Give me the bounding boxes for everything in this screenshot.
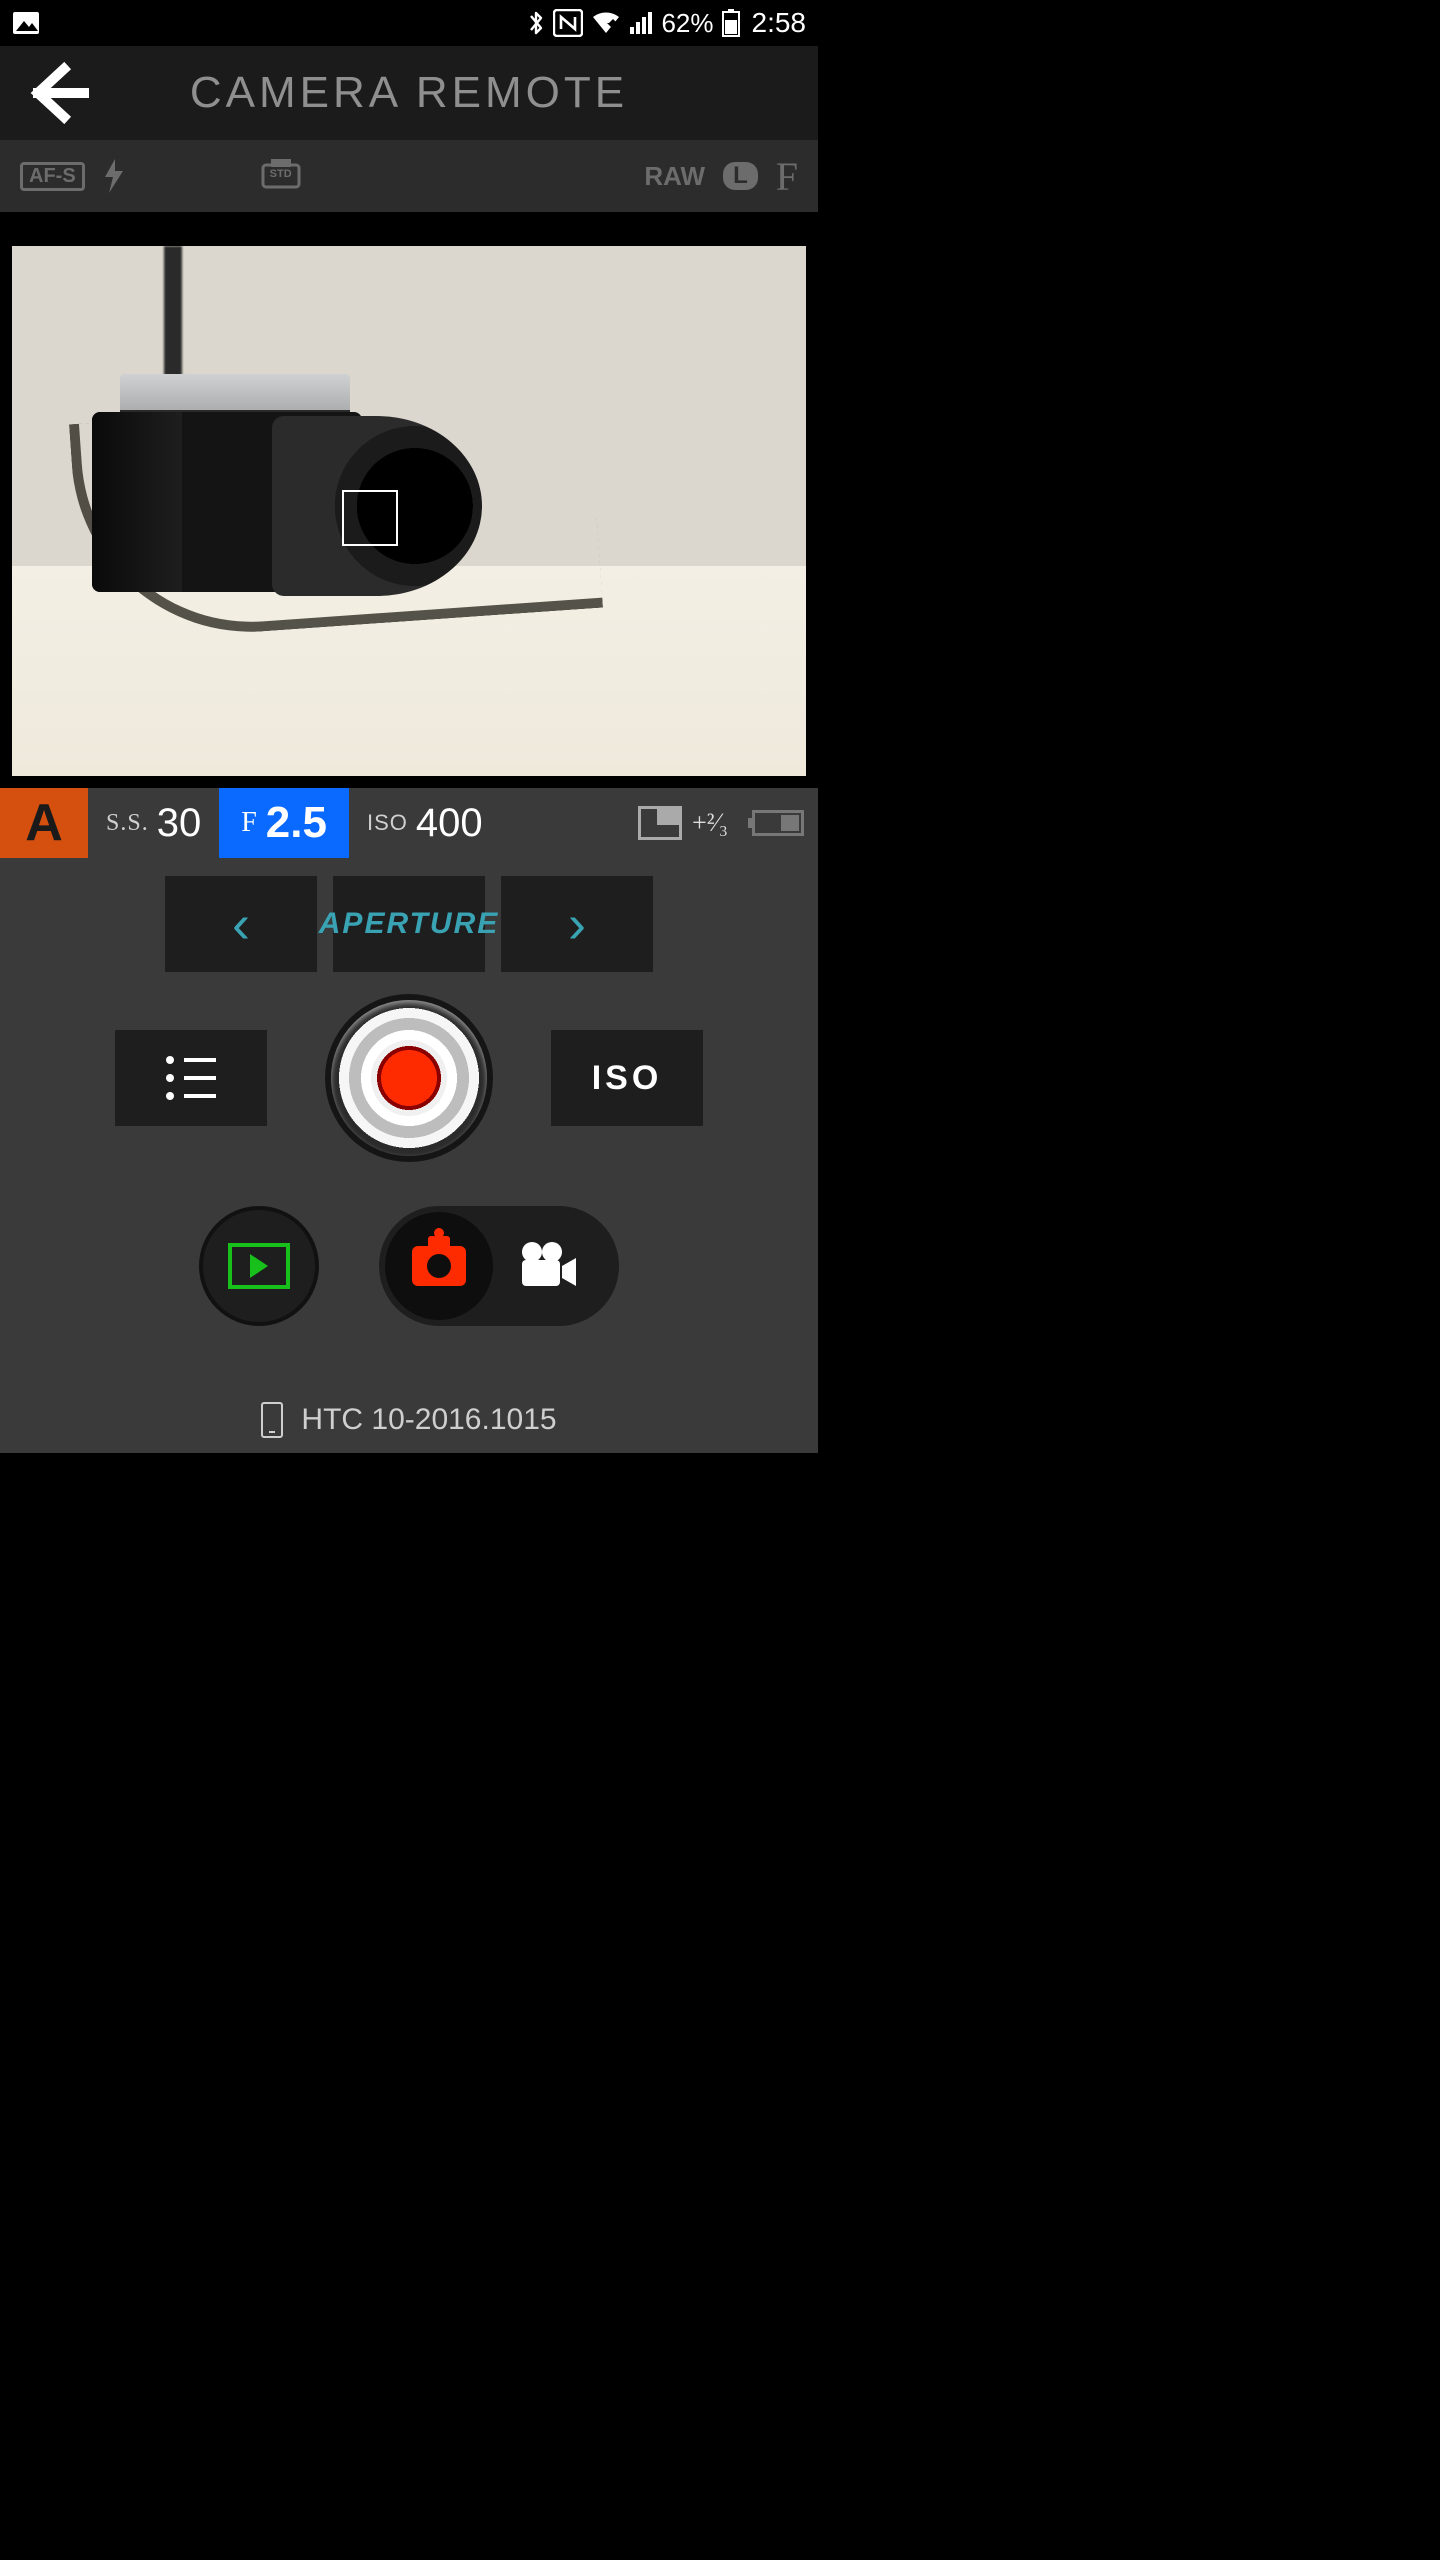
chevron-right-icon: › bbox=[568, 893, 586, 955]
camera-icon bbox=[412, 1246, 466, 1286]
iso-label: ISO bbox=[367, 810, 408, 836]
iso-value: 400 bbox=[416, 801, 483, 846]
exposure-comp-readout[interactable]: +²⁄₃ bbox=[638, 788, 818, 858]
battery-percent: 62% bbox=[661, 8, 713, 39]
exposure-comp-icon bbox=[638, 806, 682, 840]
android-statusbar: 62% 2:58 bbox=[0, 0, 818, 46]
shutter-speed-readout[interactable]: S.S. 30 bbox=[88, 788, 219, 858]
exposure-comp-value: +²⁄₃ bbox=[692, 808, 728, 838]
bluetooth-icon bbox=[527, 9, 545, 37]
device-name: HTC 10-2016.1015 bbox=[301, 1403, 556, 1437]
bottom-controls-row bbox=[0, 1206, 818, 1326]
playback-button[interactable] bbox=[199, 1206, 319, 1326]
video-camera-icon bbox=[518, 1242, 576, 1290]
mode-toggle bbox=[379, 1206, 619, 1326]
setting-next-button[interactable]: › bbox=[501, 876, 653, 972]
setting-name-button[interactable]: APERTURE bbox=[333, 876, 485, 972]
shutter-value: 30 bbox=[157, 801, 202, 846]
shutter-button[interactable] bbox=[331, 1000, 487, 1156]
focus-point-box[interactable] bbox=[342, 490, 398, 546]
menu-list-button[interactable] bbox=[115, 1030, 267, 1126]
shutter-label: S.S. bbox=[106, 810, 149, 837]
exposure-row: A S.S. 30 F 2.5 ISO 400 +²⁄₃ bbox=[0, 788, 818, 858]
device-info-row: HTC 10-2016.1015 bbox=[0, 1387, 818, 1453]
iso-readout[interactable]: ISO 400 bbox=[349, 788, 501, 858]
aperture-label: F bbox=[241, 807, 258, 839]
film-sim-indicator: STD bbox=[261, 159, 301, 194]
flash-icon bbox=[103, 159, 125, 193]
liveview-image bbox=[12, 246, 806, 776]
af-mode-indicator: AF-S bbox=[20, 162, 85, 191]
phone-icon bbox=[261, 1402, 283, 1438]
iso-button-label: ISO bbox=[592, 1059, 663, 1098]
setting-prev-button[interactable]: ‹ bbox=[165, 876, 317, 972]
back-arrow-icon bbox=[26, 61, 90, 125]
liveview-container bbox=[0, 212, 818, 788]
camera-battery-icon bbox=[752, 810, 804, 836]
photo-mode-button[interactable] bbox=[385, 1212, 493, 1320]
app-titlebar: CAMERA REMOTE bbox=[0, 46, 818, 140]
liveview[interactable] bbox=[12, 246, 806, 776]
clock: 2:58 bbox=[752, 7, 807, 39]
aperture-value: 2.5 bbox=[266, 798, 327, 848]
image-quality-indicator: F bbox=[776, 153, 798, 200]
raw-indicator: RAW bbox=[644, 161, 705, 192]
control-panel: A S.S. 30 F 2.5 ISO 400 +²⁄₃ ‹ APERTURE … bbox=[0, 788, 818, 1453]
chevron-left-icon: ‹ bbox=[232, 893, 250, 955]
aperture-readout[interactable]: F 2.5 bbox=[219, 788, 349, 858]
nfc-icon bbox=[553, 9, 583, 37]
app-title: CAMERA REMOTE bbox=[0, 68, 818, 118]
camera-settings-strip: AF-S STD RAW L F bbox=[0, 140, 818, 212]
list-icon bbox=[166, 1056, 216, 1100]
video-mode-button[interactable] bbox=[493, 1212, 601, 1320]
battery-icon bbox=[722, 9, 740, 37]
exposure-mode-indicator[interactable]: A bbox=[0, 788, 88, 858]
cell-signal-icon bbox=[629, 11, 653, 35]
setting-selector-row: ‹ APERTURE › bbox=[0, 876, 818, 972]
play-icon bbox=[228, 1243, 290, 1289]
iso-button[interactable]: ISO bbox=[551, 1030, 703, 1126]
picture-icon bbox=[12, 11, 40, 35]
shutter-row: ISO bbox=[0, 1000, 818, 1156]
back-button[interactable] bbox=[18, 53, 98, 133]
image-size-indicator: L bbox=[723, 162, 758, 190]
wifi-icon bbox=[591, 11, 621, 35]
